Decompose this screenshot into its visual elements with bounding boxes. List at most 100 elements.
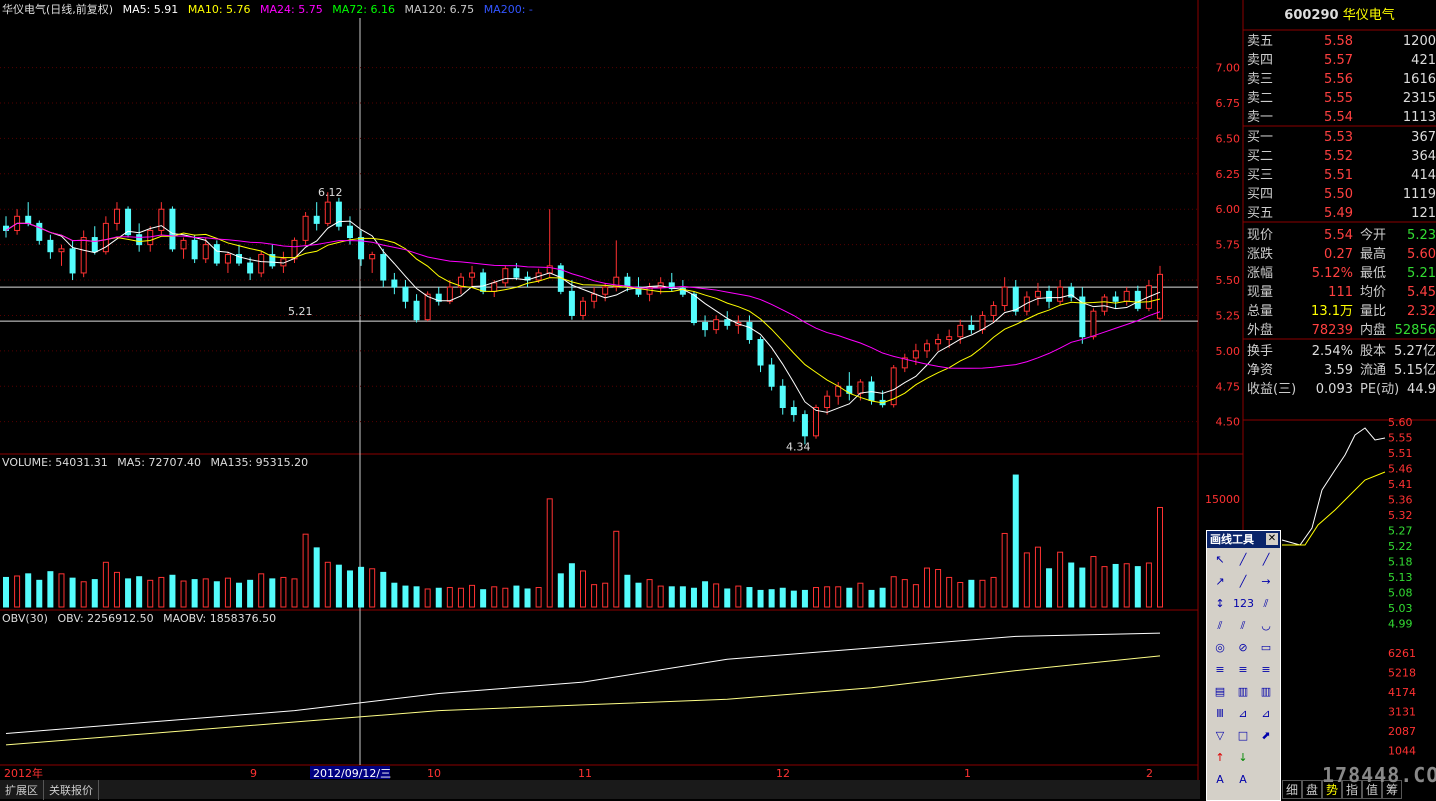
down-triangle-icon[interactable]: ▽ — [1210, 727, 1230, 745]
ma24-line — [5, 222, 1161, 369]
candle-body — [513, 268, 520, 278]
arc-icon[interactable]: ◡ — [1256, 617, 1276, 635]
candle-body — [690, 293, 697, 324]
circle-icon[interactable]: ◎ — [1210, 639, 1230, 657]
candle-body — [935, 339, 942, 345]
volume-bar — [147, 579, 154, 608]
intraday-price-label: 5.41 — [1388, 478, 1413, 491]
volume-bar — [779, 587, 786, 608]
price-label-icon[interactable]: 123 — [1233, 595, 1254, 613]
up-arrow-icon[interactable]: ↑ — [1210, 749, 1230, 767]
down-arrow-icon[interactable]: ↓ — [1233, 749, 1253, 767]
cross-circle-icon[interactable]: ⊘ — [1233, 639, 1253, 657]
volume-bar — [846, 587, 853, 608]
fib-line-icon[interactable]: ≡ — [1233, 661, 1253, 679]
related-quote-tab[interactable]: 关联报价 — [44, 780, 99, 800]
volume-bar — [247, 579, 254, 608]
ma5-value: MA5: 5.91 — [122, 3, 179, 16]
volume-bar — [746, 587, 753, 608]
drawing-tools-palette[interactable]: 画线工具 ✕ ↖ ╱ ╱ ↗ ╱ → ↕ 123 ⫽ ⫽ ⫽ ◡ ◎ ⊘ ▭ ≡ ≡ ≡ ▤ ▥ ▥ Ⅲ ⊿ ⊿ ▽ □ ⬈ ↑ ↓ A… — [1206, 530, 1281, 801]
trend-channel-icon[interactable]: ⫽ — [1233, 617, 1253, 635]
quote-panel: 600290 华仪电气 卖五 5.58 1200 卖四 5.57 421 卖三 5.56 161… — [1243, 0, 1436, 420]
tab-order[interactable]: 盘 — [1302, 780, 1322, 799]
ray-tool-icon[interactable]: ╱ — [1256, 551, 1276, 569]
box-icon[interactable]: ▭ — [1256, 639, 1276, 657]
obv-series-line — [5, 632, 1161, 734]
volume-bar — [1112, 563, 1119, 608]
tab-detail[interactable]: 细 — [1282, 780, 1302, 799]
price-tick-label: 5.00 — [1216, 345, 1241, 358]
candle-body — [247, 262, 254, 274]
segment-icon[interactable]: ╱ — [1233, 573, 1253, 591]
price-tick-label: 5.75 — [1216, 239, 1241, 252]
candle-body — [968, 324, 975, 331]
angle-icon[interactable]: ⊿ — [1256, 705, 1276, 723]
intraday-volume-label: 6261 — [1388, 647, 1416, 660]
volume-bar — [879, 587, 886, 608]
horizontal-ray-icon[interactable]: → — [1256, 573, 1276, 591]
price-tick-label: 5.25 — [1216, 309, 1241, 322]
candle-body — [912, 350, 919, 359]
period-line-icon[interactable]: ▤ — [1210, 683, 1230, 701]
price-annotation: 4.34 — [786, 440, 811, 453]
ask-row: 卖四 5.57 421 — [1243, 51, 1436, 70]
quote-label-2: PE(动) — [1360, 382, 1400, 397]
volume-bar — [91, 579, 98, 608]
volume-bar — [346, 570, 353, 608]
fib-fan-icon[interactable]: ≡ — [1256, 661, 1276, 679]
quote-label: 买三 — [1247, 168, 1274, 183]
tools-title: 画线工具 — [1210, 533, 1254, 546]
volume-bar — [946, 576, 953, 608]
candle-body — [801, 414, 808, 437]
candle-body — [1112, 296, 1119, 302]
price-tick-label: 6.00 — [1216, 203, 1241, 216]
price-tick-label: 6.50 — [1216, 132, 1241, 145]
price-tick-label: 7.00 — [1216, 62, 1241, 75]
gann-icon[interactable]: ≡ — [1210, 661, 1230, 679]
parallel-line-icon[interactable]: ⫽ — [1256, 595, 1276, 613]
quote-label-2: 今开 — [1360, 228, 1387, 243]
volume-bar — [180, 580, 187, 608]
quote-label: 换手 — [1247, 344, 1274, 359]
month-label: 2 — [1146, 767, 1153, 780]
candle-body — [602, 286, 609, 295]
volume-bar — [80, 581, 87, 608]
candle-body — [724, 319, 731, 326]
channel-icon[interactable]: ⫽ — [1210, 617, 1230, 635]
volume-header: VOLUME: 54031.31 MA5: 72707.40 MA135: 95… — [2, 455, 314, 471]
candle-body — [1101, 296, 1108, 312]
quote-value: 5.52 — [1324, 149, 1353, 164]
price-tick-label: 6.75 — [1216, 97, 1241, 110]
select-tool-icon[interactable]: ↖ — [1210, 551, 1230, 569]
obv-series-line — [5, 655, 1161, 746]
candle-body — [113, 208, 120, 224]
candle-body — [1090, 310, 1097, 338]
volume-bar — [1057, 551, 1064, 608]
candle-body — [258, 254, 265, 274]
volume-bar — [635, 582, 642, 608]
triangle-icon[interactable]: ⊿ — [1233, 705, 1253, 723]
text-tool-icon[interactable]: A — [1210, 771, 1230, 789]
blank-tool[interactable] — [1256, 749, 1276, 767]
wave-icon[interactable]: ▥ — [1256, 683, 1276, 701]
buy-mark-icon[interactable]: ⬈ — [1256, 727, 1276, 745]
text-note-icon[interactable]: A — [1233, 771, 1253, 789]
speed-line-icon[interactable]: ▥ — [1233, 683, 1253, 701]
volume-bar — [524, 588, 531, 608]
rectangle-icon[interactable]: □ — [1233, 727, 1253, 745]
ask-row: 卖五 5.58 1200 — [1243, 32, 1436, 51]
volume-bar — [901, 579, 908, 608]
arrow-line-icon[interactable]: ↗ — [1210, 573, 1230, 591]
volume-bar — [313, 547, 320, 608]
tools-title-bar[interactable]: 画线工具 ✕ — [1207, 531, 1280, 548]
quote-value-2: 5.23 — [1407, 228, 1436, 243]
candle-body — [302, 215, 309, 241]
ext-area-tab[interactable]: 扩展区 — [0, 780, 44, 800]
line-tool-icon[interactable]: ╱ — [1233, 551, 1253, 569]
cycle-icon[interactable]: Ⅲ — [1210, 705, 1230, 723]
volume-bar — [935, 569, 942, 608]
intraday-price-label: 5.27 — [1388, 525, 1413, 538]
vertical-line-icon[interactable]: ↕ — [1210, 595, 1230, 613]
quote-label-2: 流通 — [1360, 363, 1387, 378]
close-icon[interactable]: ✕ — [1266, 533, 1278, 545]
